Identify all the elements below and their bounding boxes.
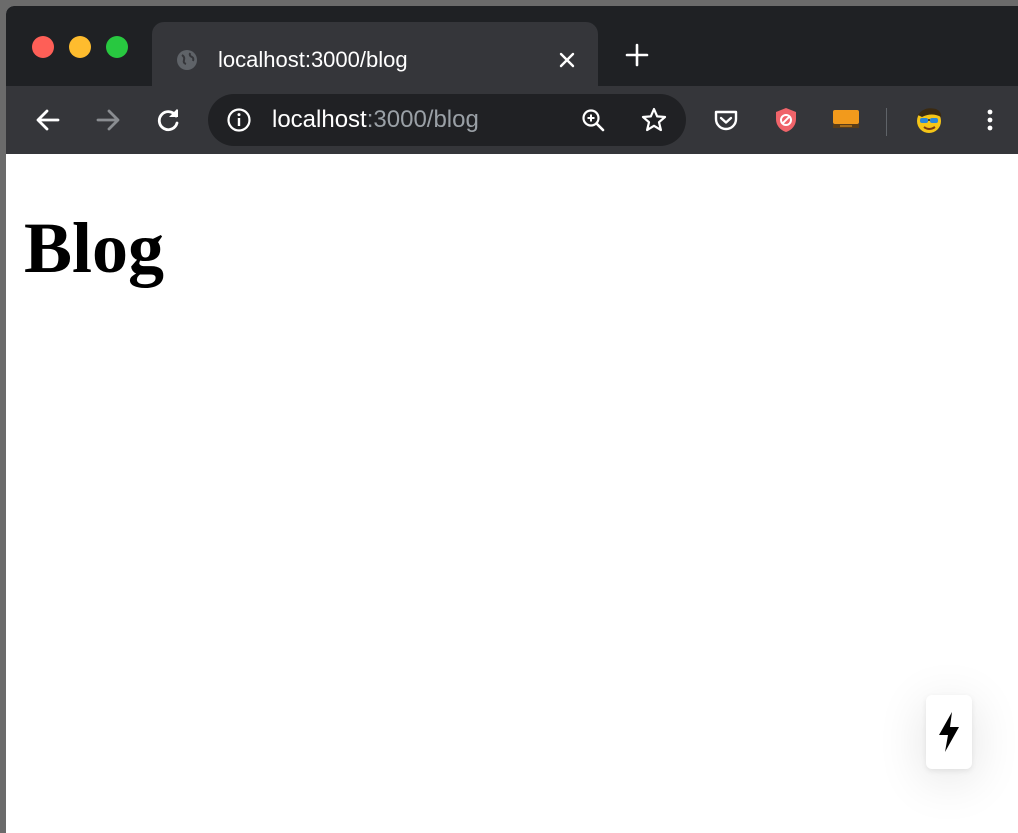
globe-icon xyxy=(177,50,197,70)
close-tab-icon[interactable] xyxy=(556,49,578,71)
amazon-extension-icon[interactable] xyxy=(832,106,860,134)
browser-tab[interactable]: localhost:3000/blog xyxy=(152,22,598,86)
forward-arrow-icon[interactable] xyxy=(94,106,122,134)
new-tab-icon[interactable] xyxy=(624,42,650,68)
url-path: :3000/blog xyxy=(366,106,479,133)
page-title: Blog xyxy=(24,208,165,288)
shield-extension-icon[interactable] xyxy=(772,106,800,134)
minimize-window-button[interactable] xyxy=(69,36,91,58)
tab-title: localhost:3000/blog xyxy=(218,47,408,72)
pocket-icon[interactable] xyxy=(712,106,740,134)
info-icon[interactable] xyxy=(226,107,252,133)
page-content: Blog xyxy=(6,154,1018,833)
lightning-bolt-icon xyxy=(939,712,959,752)
url-text[interactable]: localhost:3000/blog xyxy=(272,106,479,134)
browser-window: localhost:3000/blog localhost:3000/blog … xyxy=(6,6,1018,833)
url-host: localhost xyxy=(272,106,367,133)
reload-icon[interactable] xyxy=(154,106,182,134)
zoom-icon[interactable] xyxy=(580,107,606,133)
next-prerender-indicator[interactable] xyxy=(926,695,972,769)
back-arrow-icon[interactable] xyxy=(34,106,62,134)
browser-toolbar: localhost:3000/blog xyxy=(6,86,1018,154)
maximize-window-button[interactable] xyxy=(106,36,128,58)
profile-avatar[interactable] xyxy=(914,105,944,135)
title-bar: localhost:3000/blog xyxy=(6,6,1018,86)
close-window-button[interactable] xyxy=(32,36,54,58)
address-bar[interactable]: localhost:3000/blog xyxy=(208,94,686,146)
toolbar-divider xyxy=(886,108,887,136)
menu-kebab-icon[interactable] xyxy=(976,106,1004,134)
bookmark-star-icon[interactable] xyxy=(640,106,668,134)
